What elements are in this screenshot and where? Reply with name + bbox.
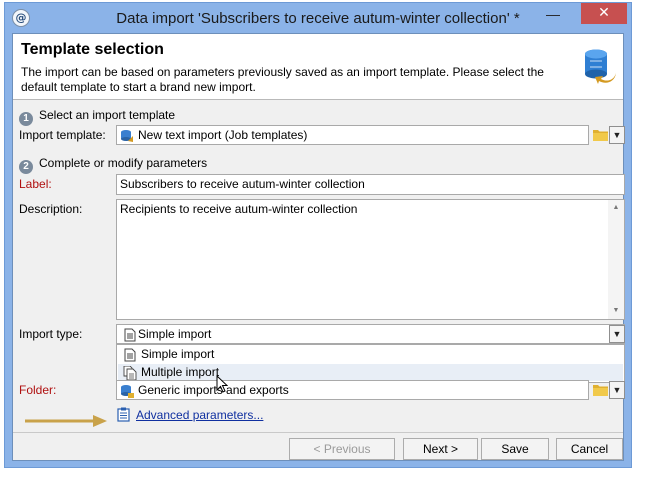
cancel-button[interactable]: Cancel [556,438,623,460]
chevron-down-icon[interactable]: ▼ [609,325,625,343]
wizard-header: Template selection The import can be bas… [13,34,623,100]
document-icon [124,328,136,342]
import-type-dropdown: Simple import Multiple import [116,344,625,383]
database-import-icon [585,49,616,84]
close-button[interactable]: ✕ [581,3,627,24]
next-button[interactable]: Next > [403,438,478,460]
step-complete-parameters: 2 Complete or modify parameters [19,155,208,174]
previous-button[interactable]: < Previous [289,438,395,460]
import-type-select[interactable]: Simple import [116,324,625,344]
dropdown-option-simple-import[interactable]: Simple import [118,346,623,363]
chevron-down-icon[interactable]: ▼ [609,381,625,399]
save-button[interactable]: Save [481,438,549,460]
scroll-up-icon[interactable]: ▲ [611,203,621,213]
dropdown-option-label: Simple import [141,347,215,361]
chevron-down-icon[interactable]: ▼ [609,126,625,144]
step-number: 2 [19,160,33,174]
advanced-parameters-icon [117,407,130,422]
job-template-icon [121,130,133,142]
mouse-cursor-icon [216,375,228,393]
folder-value: Generic imports and exports [138,383,289,397]
description-value: Recipients to receive autum-winter colle… [120,202,358,216]
import-type-label: Import type: [19,327,83,341]
window-title: Data import 'Subscribers to receive autu… [116,10,520,27]
scroll-down-icon[interactable]: ▼ [611,306,621,316]
description-field-label: Description: [19,202,83,216]
generic-folder-icon [121,385,134,398]
minimize-button[interactable]: — [540,7,566,27]
folder-icon[interactable] [593,384,608,396]
page-title: Template selection [21,41,164,58]
folder-field[interactable]: Generic imports and exports [116,380,589,400]
title-bar[interactable]: @ Data import 'Subscribers to receive au… [5,3,631,33]
import-type-value: Simple import [138,327,212,341]
folder-label: Folder: [19,383,57,397]
wizard-client-area: Template selection The import can be bas… [12,33,625,461]
step-select-template: 1 Select an import template [19,107,176,126]
advanced-parameters-label: Advanced parameters... [136,408,264,422]
description-textarea[interactable]: Recipients to receive autum-winter colle… [116,199,625,320]
label-input-value: Subscribers to receive autum-winter coll… [120,177,365,191]
import-wizard-window: @ Data import 'Subscribers to receive au… [4,2,632,468]
step-label: Complete or modify parameters [39,156,208,170]
dropdown-option-label: Multiple import [141,365,220,379]
import-template-value: New text import (Job templates) [138,128,308,142]
footer-divider [13,432,623,433]
document-icon [124,348,136,362]
step-number: 1 [19,112,33,126]
label-field-label: Label: [19,177,52,191]
annotation-arrow-icon [25,415,107,427]
folder-icon[interactable] [593,129,608,141]
multiple-documents-icon [123,366,137,380]
page-description: The import can be based on parameters pr… [21,65,544,94]
step-label: Select an import template [39,108,176,122]
import-template-field[interactable]: New text import (Job templates) [116,125,589,145]
description-scrollbar[interactable]: ▲ ▼ [608,200,624,319]
dropdown-option-multiple-import[interactable]: Multiple import [118,364,623,381]
import-template-label: Import template: [19,128,106,142]
label-input[interactable]: Subscribers to receive autum-winter coll… [116,174,625,195]
